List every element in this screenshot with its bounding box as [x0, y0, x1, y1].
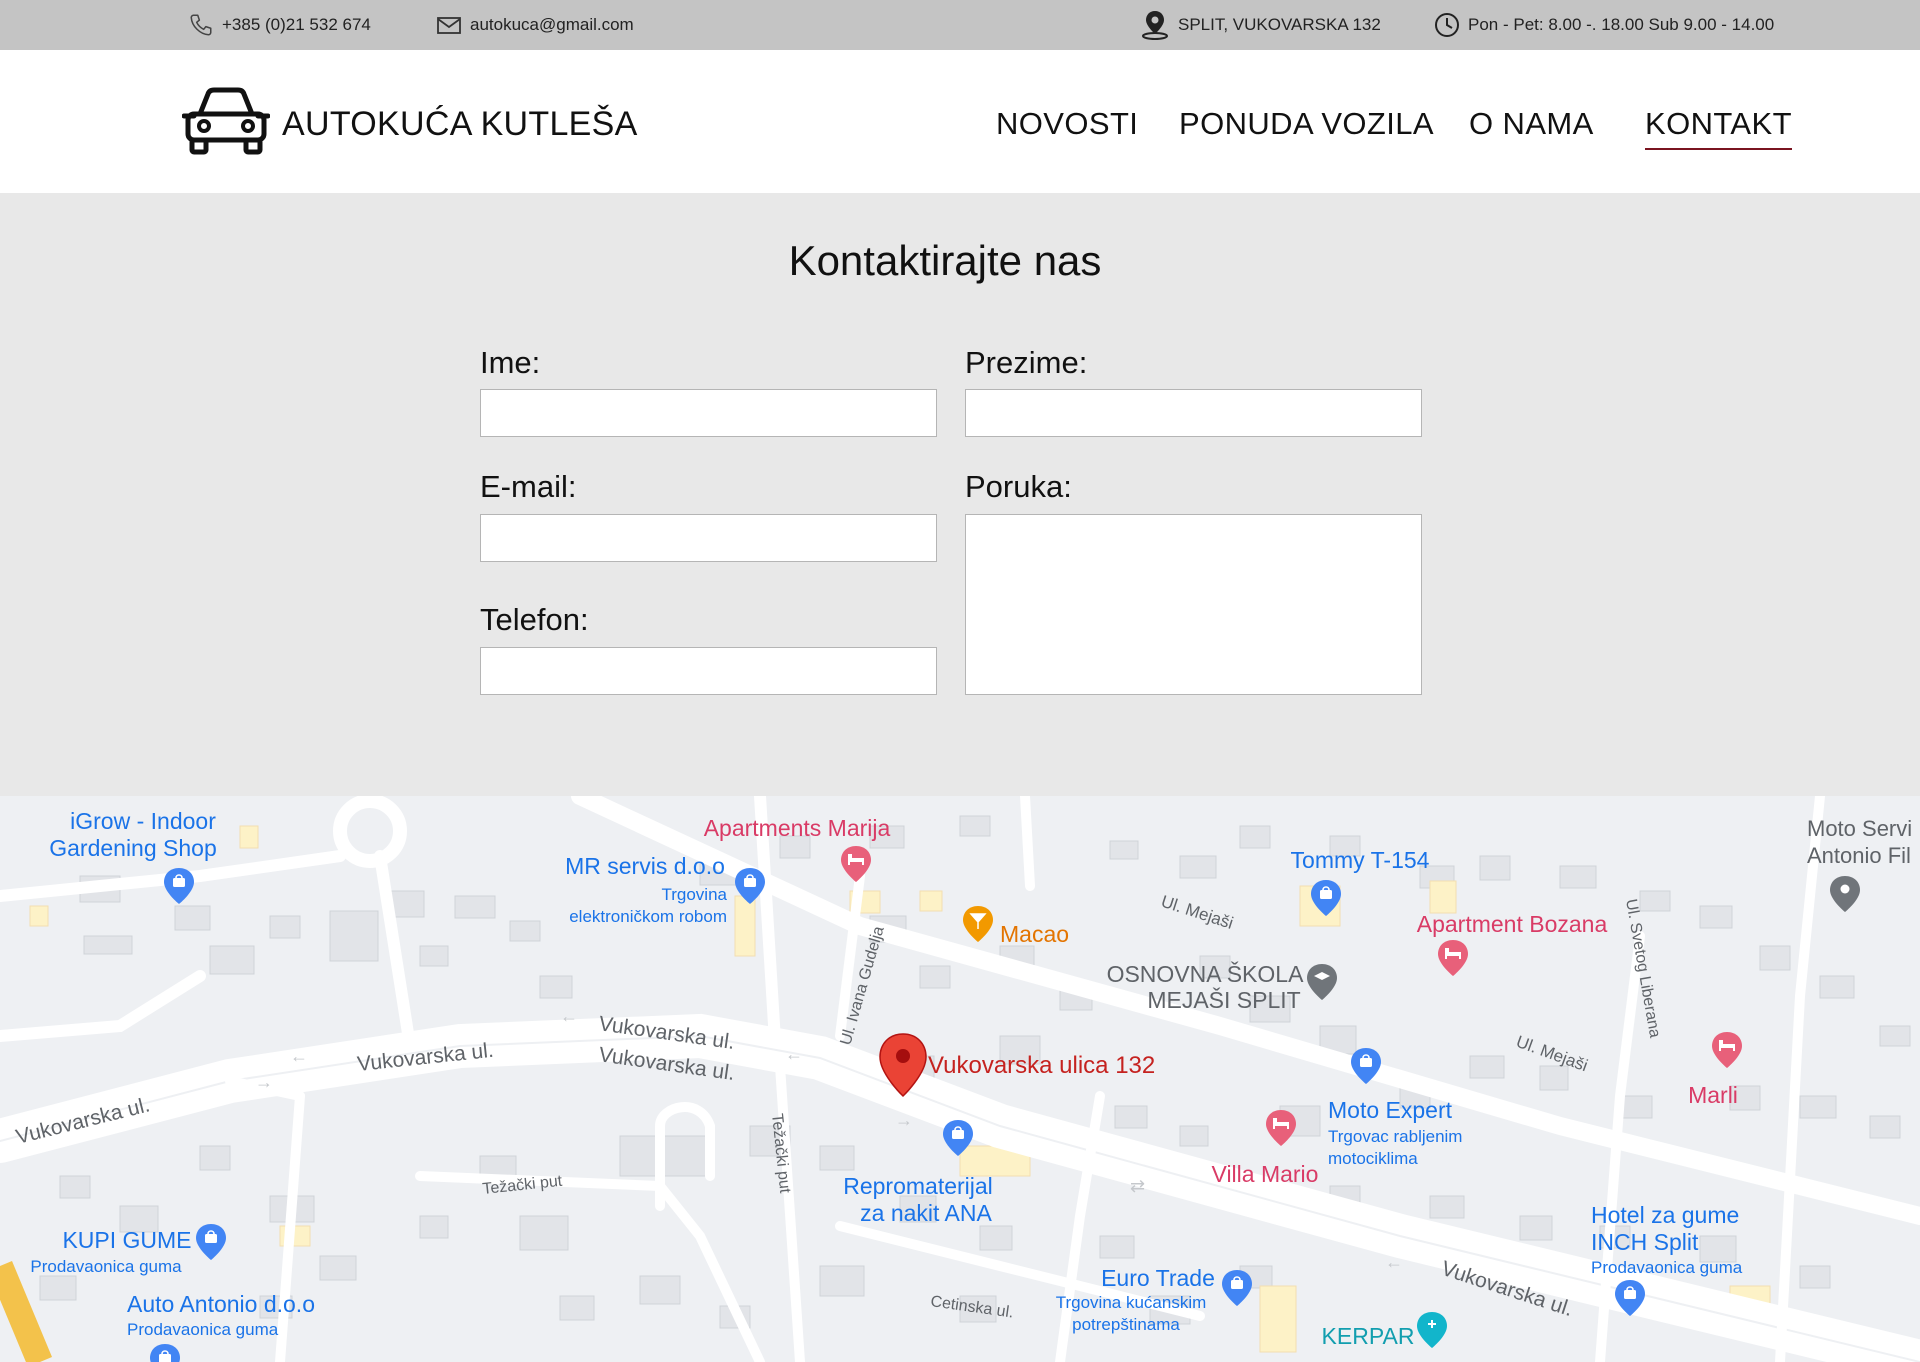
hours-info: Pon - Pet: 8.00 -. 18.00 Sub 9.00 - 14.0…	[1434, 0, 1774, 50]
ime-field[interactable]	[480, 389, 937, 437]
svg-text:Marli: Marli	[1688, 1082, 1738, 1108]
svg-text:←: ←	[290, 1046, 308, 1066]
svg-text:motociklima: motociklima	[1328, 1149, 1418, 1168]
repromaterijal-poi[interactable]: Repromaterijal za nakit ANA	[843, 1119, 993, 1226]
map-pin-icon	[1140, 9, 1170, 41]
email-contact[interactable]: autokuca@gmail.com	[436, 0, 634, 50]
email-label: E-mail:	[480, 469, 577, 504]
svg-text:Moto Servi: Moto Servi	[1807, 816, 1912, 841]
lodging-pin-icon	[1438, 940, 1468, 976]
nav-kontakt[interactable]: KONTAKT	[1645, 106, 1792, 150]
shopping-bag-pin-icon	[195, 1223, 227, 1261]
brand-logo[interactable]: AUTOKUĆA KUTLEŠA	[181, 86, 638, 163]
kupi-gume-poi[interactable]: KUPI GUME Prodavaonica guma	[30, 1223, 227, 1276]
svg-text:KERPAR: KERPAR	[1322, 1323, 1415, 1349]
phone-text: +385 (0)21 532 674	[222, 15, 371, 34]
igrow-label: iGrow - Indoor	[70, 808, 216, 834]
svg-text:Trgovina kućanskim: Trgovina kućanskim	[1056, 1293, 1207, 1312]
kerpar-poi[interactable]: KERPAR	[1322, 1312, 1447, 1349]
brand-name: AUTOKUĆA KUTLEŠA	[282, 105, 638, 143]
euro-trade-poi[interactable]: Euro Trade Trgovina kućanskim potrepštin…	[1056, 1265, 1253, 1334]
svg-text:Apartments Marija: Apartments Marija	[704, 815, 891, 841]
hours-text: Pon - Pet: 8.00 -. 18.00 Sub 9.00 - 14.0…	[1468, 15, 1775, 34]
svg-text:Trgovina: Trgovina	[661, 885, 727, 904]
phone-contact[interactable]: +385 (0)21 532 674	[188, 0, 371, 50]
svg-text:←: ←	[785, 1044, 803, 1064]
svg-text:←: ←	[1385, 1252, 1403, 1272]
svg-text:potrepštinama: potrepštinama	[1072, 1315, 1180, 1334]
svg-text:Prodavaonica guma: Prodavaonica guma	[1591, 1258, 1743, 1277]
svg-text:Villa Mario: Villa Mario	[1212, 1161, 1319, 1187]
lodging-pin-icon	[1712, 1032, 1742, 1068]
telefon-label: Telefon:	[480, 602, 589, 637]
nav-novosti[interactable]: NOVOSTI	[996, 106, 1138, 148]
location-map[interactable]: Vukovarska ul. Vukovarska ul. Vukovarska…	[0, 796, 1920, 1362]
svg-text:Antonio Fil: Antonio Fil	[1807, 843, 1911, 868]
lodging-pin-icon	[841, 846, 871, 882]
email-field[interactable]	[480, 514, 937, 562]
health-pin-icon	[1417, 1312, 1447, 1348]
svg-text:Euro Trade: Euro Trade	[1101, 1265, 1215, 1291]
lodging-pin-icon	[1266, 1110, 1296, 1146]
svg-text:elektroničkom robom: elektroničkom robom	[569, 907, 727, 926]
poruka-field[interactable]	[965, 514, 1422, 695]
poruka-label: Poruka:	[965, 469, 1072, 504]
svg-text:INCH Split: INCH Split	[1591, 1229, 1699, 1255]
nav-ponuda-vozila[interactable]: PONUDA VOZILA	[1179, 106, 1434, 148]
svg-text:Trgovac rabljenim: Trgovac rabljenim	[1328, 1127, 1462, 1146]
roads	[0, 796, 1920, 1362]
moto-servis-poi[interactable]: Moto Servi Antonio Fil	[1807, 816, 1912, 912]
nav-o-nama[interactable]: O NAMA	[1469, 106, 1594, 148]
svg-text:Hotel za gume: Hotel za gume	[1591, 1202, 1739, 1228]
svg-text:Apartment Bozana: Apartment Bozana	[1417, 911, 1608, 937]
svg-text:Repromaterijal: Repromaterijal	[843, 1173, 993, 1199]
shopping-bag-pin-icon	[1221, 1269, 1253, 1307]
svg-text:→: →	[255, 1072, 273, 1092]
svg-text:←: ←	[560, 1006, 578, 1026]
email-text: autokuca@gmail.com	[470, 15, 634, 34]
svg-text:Prodavaonica guma: Prodavaonica guma	[30, 1257, 182, 1276]
marli-poi[interactable]: Marli	[1688, 1032, 1742, 1108]
svg-text:Tommy T-154: Tommy T-154	[1291, 847, 1430, 873]
address-text: SPLIT, VUKOVARSKA 132	[1178, 15, 1381, 34]
school-pin-icon	[1307, 964, 1337, 1000]
svg-text:Macao: Macao	[1000, 921, 1069, 947]
roundabout	[333, 796, 407, 868]
prezime-label: Prezime:	[965, 345, 1088, 380]
svg-text:MEJAŠI SPLIT: MEJAŠI SPLIT	[1147, 986, 1300, 1013]
svg-text:za nakit ANA: za nakit ANA	[860, 1200, 992, 1226]
svg-text:KUPI GUME: KUPI GUME	[62, 1227, 191, 1253]
svg-text:Auto Antonio d.o.o: Auto Antonio d.o.o	[127, 1291, 315, 1317]
telefon-field[interactable]	[480, 647, 937, 695]
marker-label: Vukovarska ulica 132	[928, 1052, 1155, 1079]
prezime-field[interactable]	[965, 389, 1422, 437]
ime-label: Ime:	[480, 345, 541, 380]
phone-icon	[188, 12, 214, 38]
contact-section: Kontaktirajte nas Ime: Prezime: E-mail: …	[0, 193, 1920, 796]
shopping-bag-pin-icon	[163, 867, 195, 905]
macao-poi[interactable]: Macao	[963, 906, 1069, 947]
svg-text:⇄: ⇄	[1130, 1176, 1145, 1196]
svg-text:Moto Expert: Moto Expert	[1328, 1097, 1453, 1123]
top-info-bar: +385 (0)21 532 674 autokuca@gmail.com SP…	[0, 0, 1920, 50]
svg-text:→: →	[895, 1110, 913, 1130]
svg-text:OSNOVNA ŠKOLA: OSNOVNA ŠKOLA	[1107, 960, 1305, 987]
mr-servis-label: MR servis d.o.o	[565, 853, 725, 879]
apartment-bozana-poi[interactable]: Apartment Bozana	[1417, 911, 1608, 976]
place-pin-icon	[1830, 876, 1860, 912]
contact-title: Kontaktirajte nas	[788, 237, 1102, 284]
svg-text:Prodavaonica guma: Prodavaonica guma	[127, 1320, 279, 1339]
address-contact[interactable]: SPLIT, VUKOVARSKA 132	[1140, 0, 1381, 50]
main-road	[0, 1261, 52, 1362]
clock-icon	[1434, 12, 1460, 38]
igrow-label-2: Gardening Shop	[49, 835, 217, 861]
envelope-icon	[436, 14, 462, 36]
car-icon	[181, 86, 271, 163]
street-label: Ul. Mejaši	[1159, 892, 1236, 933]
site-header: AUTOKUĆA KUTLEŠA NOVOSTI PONUDA VOZILA O…	[0, 50, 1920, 193]
shopping-bag-pin-icon	[149, 1343, 181, 1362]
